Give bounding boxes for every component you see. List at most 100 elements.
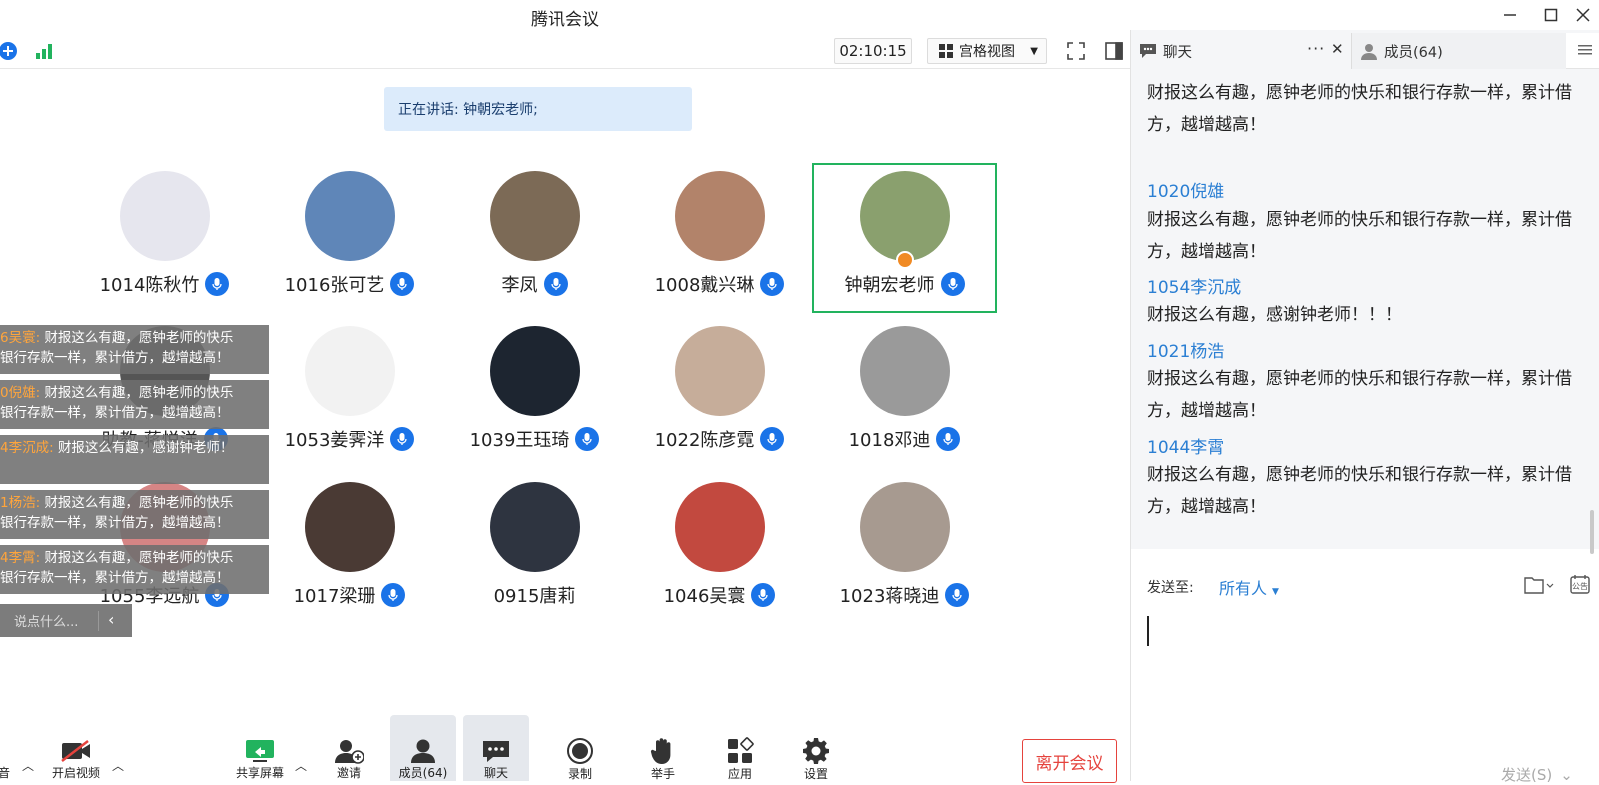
meeting-timer: 02:10:15 [834,38,912,64]
participant-tile[interactable]: 1039王珏琦 [442,318,627,468]
close-icon[interactable]: ✕ [1331,40,1344,58]
signal-strength-icon[interactable] [30,38,58,64]
avatar [674,171,765,261]
record-label: 录制 [567,767,592,781]
avatar [304,171,395,261]
view-mode-label: 宫格视图 [959,44,1015,60]
participant-name: 1023蒋晓迪 [839,586,940,607]
add-user-icon [334,737,364,764]
avatar [489,171,580,261]
danmaku-text: 财报这么有趣，感谢钟老师！ [57,440,234,456]
chat-panel: 聊天 ··· ✕ 成员(64) 财报这么有趣，愿钟老师的快乐和银行存款一样，累计… [1130,30,1599,784]
participant-name: 1022陈彦霓 [654,430,755,451]
chat-scrollbar[interactable] [1590,510,1594,554]
microphone-icon [945,583,970,607]
members-button[interactable]: 成员(64) [390,715,456,781]
chat-message-text: 财报这么有趣，感谢钟老师！！！ [1147,305,1402,325]
start-video-button[interactable]: 开启视频 [46,715,106,781]
participant-tile[interactable]: 0915唐莉 [442,474,627,624]
chevron-up-icon[interactable]: ︿ [22,757,34,774]
danmaku-text: 银行存款一样，累计借方，越增越高！ [0,570,230,586]
settings-button[interactable]: 设置 [786,715,846,781]
participant-tile[interactable]: 1018邓迪 [812,318,997,468]
danmaku-input[interactable]: 说点什么... ‹ [0,604,132,637]
avatar [489,326,580,416]
invite-label: 邀请 [336,766,361,780]
participant-tile[interactable]: 1017梁珊 [257,474,442,624]
chevron-down-icon: ▼ [1030,45,1038,57]
tab-chat[interactable]: 聊天 ··· ✕ [1131,33,1351,69]
chat-message-sender: 1054李沉成 [1147,278,1242,298]
record-icon [565,737,595,765]
record-button[interactable]: 录制 [550,715,610,781]
video-off-icon [60,737,92,764]
participant-name: 1039王珏琦 [469,430,570,451]
danmaku-sender: 4李霄: [0,550,41,566]
danmaku-message: 1杨浩: 财报这么有趣，愿钟老师的快乐 银行存款一样，累计借方，越增越高！ [0,490,269,539]
participant-tile-active-speaker[interactable]: 钟朝宏老师 [812,163,997,313]
host-badge-icon [896,251,914,269]
tab-chat-label: 聊天 [1163,44,1192,61]
danmaku-message: 4李霄: 财报这么有趣，愿钟老师的快乐 银行存款一样，累计借方，越增越高！ [0,545,269,594]
send-button[interactable]: 发送(S) ⌄ [1501,764,1573,785]
chat-message-sender: 1021杨浩 [1147,342,1225,362]
chevron-left-icon[interactable]: ‹ [108,610,114,629]
participant-tile[interactable]: 1014陈秋竹 [72,163,257,313]
microphone-icon [940,272,965,296]
close-icon[interactable] [1569,3,1597,27]
folder-icon[interactable] [1524,575,1554,599]
chat-icon [481,737,511,764]
user-icon [1361,43,1377,60]
participant-name: 1053姜霁洋 [284,430,385,451]
participant-tile[interactable]: 1053姜霁洋 [257,318,442,468]
minimize-icon[interactable] [1496,3,1524,27]
avatar [859,171,950,261]
sidebar-toggle-icon[interactable] [1100,38,1128,64]
participant-tile[interactable]: 1008戴兴琳 [627,163,812,313]
chevron-up-icon[interactable]: ︿ [295,757,307,774]
chat-button[interactable]: 聊天 [463,715,529,781]
participant-tile[interactable]: 李凤 [442,163,627,313]
raise-hand-label: 举手 [650,767,675,781]
participant-name: 1018邓迪 [848,430,931,451]
danmaku-text: 银行存款一样，累计借方，越增越高！ [0,350,230,366]
participant-tile[interactable]: 1016张可艺 [257,163,442,313]
invite-button[interactable]: 邀请 [319,715,379,781]
more-icon[interactable]: ··· [1307,39,1325,58]
send-to-label: 发送至: [1147,580,1194,596]
title-bar: 腾讯会议 [0,0,1599,30]
chat-message-text: 财报这么有趣，愿钟老师的快乐和银行存款一样，累计借方，越增越高！ [1147,210,1572,262]
apps-label: 应用 [727,767,752,781]
maximize-icon[interactable] [1537,3,1565,27]
participant-name: 1008戴兴琳 [654,275,755,296]
leave-meeting-button[interactable]: 离开会议 [1022,739,1117,783]
apps-icon [726,737,754,765]
danmaku-message: 6吴寰: 财报这么有趣，愿钟老师的快乐 银行存款一样，累计借方，越增越高！ [0,325,269,374]
raise-hand-button[interactable]: 举手 [633,715,693,781]
announcement-icon[interactable]: 公告 [1569,573,1591,599]
participant-tile[interactable]: 1046吴寰 [627,474,812,624]
danmaku-text: 财报这么有趣，愿钟老师的快乐 [44,385,234,401]
chat-label: 聊天 [483,766,508,780]
avatar [304,326,395,416]
danmaku-text: 银行存款一样，累计借方，越增越高！ [0,405,230,421]
fullscreen-icon[interactable] [1062,38,1090,64]
meeting-info-icon[interactable] [0,38,22,64]
menu-icon[interactable] [1578,42,1592,61]
participant-name: 1016张可艺 [284,275,385,296]
danmaku-text: 财报这么有趣，愿钟老师的快乐 [44,550,234,566]
svg-text:公告: 公告 [1572,581,1588,591]
chat-compose-area[interactable]: 发送至: 所有人 ▼ 公告 发送(S) ⌄ [1131,549,1599,784]
view-mode-dropdown[interactable]: 宫格视图 ▼ [927,38,1047,64]
participant-name: 1017梁珊 [293,586,376,607]
participant-tile[interactable]: 1023蒋晓迪 [812,474,997,624]
microphone-icon [575,427,600,451]
participant-tile[interactable]: 1022陈彦霓 [627,318,812,468]
send-to-dropdown[interactable]: 所有人 ▼ [1219,575,1279,599]
apps-button[interactable]: 应用 [710,715,770,781]
tab-members[interactable]: 成员(64) [1351,33,1566,69]
start-video-label: 开启视频 [51,766,100,780]
microphone-icon [381,583,406,607]
share-screen-button[interactable]: 共享屏幕 [230,715,290,781]
chevron-up-icon[interactable]: ︿ [112,757,124,774]
